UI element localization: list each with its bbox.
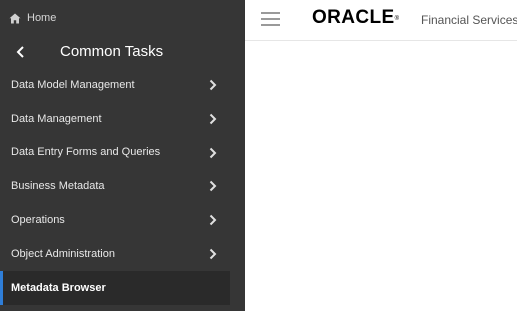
menu-item-label: Operations bbox=[11, 214, 65, 227]
home-label: Home bbox=[27, 12, 57, 24]
brand-name: ORACLE bbox=[312, 7, 395, 28]
registered-mark: ® bbox=[394, 16, 400, 22]
menu-item-metadata-browser[interactable]: Metadata Browser bbox=[0, 270, 230, 305]
main-content bbox=[245, 41, 517, 311]
hamburger-icon[interactable] bbox=[261, 12, 280, 26]
menu-item-operations[interactable]: Operations bbox=[0, 203, 230, 237]
menu-item-object-administration[interactable]: Object Administration bbox=[0, 237, 230, 271]
home-icon bbox=[9, 13, 21, 24]
chevron-left-icon[interactable] bbox=[14, 45, 28, 59]
chevron-right-icon bbox=[208, 248, 218, 260]
oracle-logo: ORACLE® bbox=[312, 8, 399, 28]
menu-item-data-management[interactable]: Data Management bbox=[0, 102, 230, 136]
menu-item-label: Data Management bbox=[11, 112, 102, 125]
common-tasks-title: Common Tasks bbox=[60, 43, 164, 60]
common-tasks-header: Common Tasks bbox=[0, 40, 245, 64]
menu-item-label: Business Metadata bbox=[11, 180, 105, 193]
menu-item-business-metadata[interactable]: Business Metadata bbox=[0, 169, 230, 203]
chevron-right-icon bbox=[208, 180, 218, 192]
menu-item-data-entry-forms-and-queries[interactable]: Data Entry Forms and Queries bbox=[0, 136, 230, 170]
chevron-right-icon bbox=[208, 113, 218, 125]
menu-item-label: Data Model Management bbox=[11, 78, 135, 91]
sidebar: Home Common Tasks Data Model Management … bbox=[0, 0, 245, 311]
menu-item-label: Data Entry Forms and Queries bbox=[11, 146, 161, 159]
chevron-right-icon bbox=[208, 147, 218, 159]
top-bar: ORACLE® Financial Services bbox=[245, 0, 517, 41]
common-tasks-menu: Data Model Management Data Management Da… bbox=[0, 68, 230, 305]
product-name: Financial Services bbox=[421, 13, 517, 27]
chevron-right-icon bbox=[208, 79, 218, 91]
menu-item-label: Object Administration bbox=[11, 247, 115, 260]
home-link[interactable]: Home bbox=[9, 11, 56, 25]
menu-item-data-model-management[interactable]: Data Model Management bbox=[0, 68, 230, 102]
menu-item-label: Metadata Browser bbox=[11, 281, 106, 294]
chevron-right-icon bbox=[208, 214, 218, 226]
